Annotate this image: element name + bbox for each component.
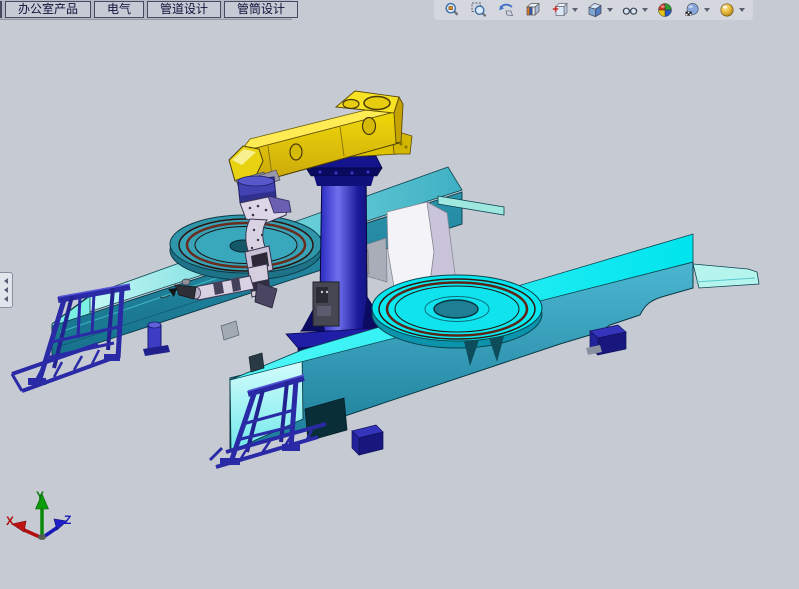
previous-view-button[interactable] [496, 1, 516, 19]
axis-triad: Y X Z [6, 489, 71, 540]
display-style-icon [587, 2, 603, 18]
view-orientation-button[interactable] [550, 1, 570, 19]
display-style-dropdown-caret[interactable] [607, 8, 613, 12]
display-style-button[interactable] [585, 1, 605, 19]
expand-arrow-icon [4, 296, 8, 302]
view-orientation-dropdown-caret[interactable] [572, 8, 578, 12]
expand-panel-control[interactable] [0, 272, 13, 308]
zoom-to-fit-icon [444, 2, 460, 18]
view-settings-group [717, 1, 745, 19]
tab-electrical[interactable]: 电气 [94, 1, 144, 18]
edit-appearance-icon [657, 2, 673, 18]
hide-show-items-button[interactable] [620, 1, 640, 19]
zoom-to-area-button[interactable] [469, 1, 489, 19]
edit-appearance-button[interactable] [655, 1, 675, 19]
left-turntable-ring [170, 215, 322, 280]
section-view-icon [525, 2, 541, 18]
view-orientation-group [550, 1, 578, 19]
apply-scene-button[interactable] [682, 1, 702, 19]
expand-arrow-icon [4, 287, 8, 293]
hide-show-items-group [620, 1, 648, 19]
view-settings-icon [719, 2, 735, 18]
axis-label-x: X [6, 514, 14, 528]
tab-tubing-design[interactable]: 管筒设计 [224, 1, 298, 18]
apply-scene-icon [684, 2, 700, 18]
section-view-button[interactable] [523, 1, 543, 19]
graphics-area[interactable]: Y X Z [0, 0, 799, 589]
expand-arrow-icon [4, 278, 8, 284]
zoom-to-area-icon [471, 2, 487, 18]
hide-show-items-dropdown-caret[interactable] [642, 8, 648, 12]
command-manager-tabs: 估 办公室产品 电气 管道设计 管筒设计 [0, 0, 292, 20]
previous-view-icon [498, 2, 514, 18]
right-turntable-ring [379, 279, 535, 339]
display-style-group [585, 1, 613, 19]
apply-scene-dropdown-caret[interactable] [704, 8, 710, 12]
solidworks-window: Y X Z 估 办公室产品 电气 管道设计 管筒设计 [0, 0, 799, 589]
column-control-box [313, 282, 339, 326]
axis-label-z: Z [64, 513, 71, 527]
view-settings-button[interactable] [717, 1, 737, 19]
view-settings-dropdown-caret[interactable] [739, 8, 745, 12]
tab-evaluate-partial[interactable]: 估 [0, 1, 2, 18]
axis-label-y: Y [36, 489, 44, 503]
tab-piping-design[interactable]: 管道设计 [147, 1, 221, 18]
tab-office-products[interactable]: 办公室产品 [5, 1, 91, 18]
zoom-to-fit-button[interactable] [442, 1, 462, 19]
apply-scene-group [682, 1, 710, 19]
hide-show-items-icon [622, 2, 638, 18]
heads-up-view-toolbar [434, 0, 753, 20]
view-orientation-icon [552, 2, 568, 18]
